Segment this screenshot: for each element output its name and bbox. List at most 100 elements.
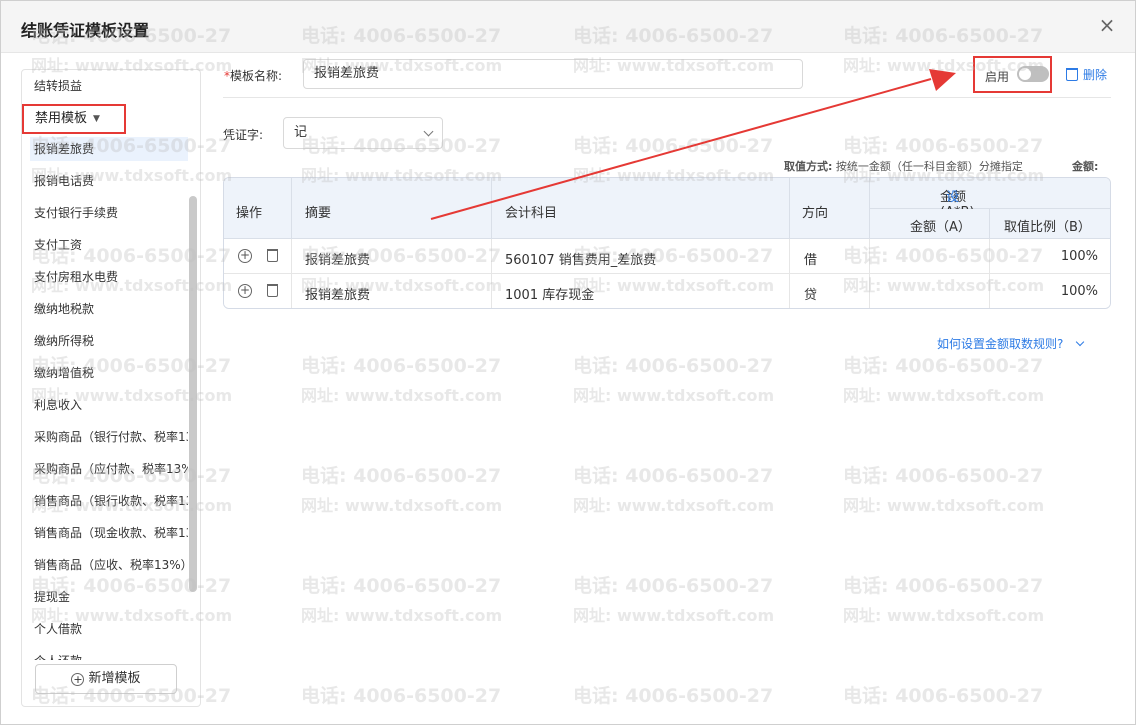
template-list-scrollbar[interactable]: [189, 196, 197, 592]
template-item[interactable]: 采购商品（银行付款、税率13%）: [34, 425, 188, 449]
fetch-method-label: 取值方式:: [784, 160, 833, 173]
voucher-template-dialog: 结账凭证模板设置 × 结转损益 禁用模板 ▼ 报销差旅费 报销电话费 支付银行手续…: [0, 0, 1136, 725]
arrow-head-icon: [929, 69, 956, 91]
template-item[interactable]: 缴纳所得税: [34, 329, 188, 353]
amount-label: 金额:: [1072, 160, 1099, 173]
entries-table: 操作 摘要 会计科目 方向 金额(A*B)设置 金额（A） 取值比例（B） + …: [223, 177, 1111, 309]
watermark-phone: 电话: 4006-6500-27: [301, 685, 502, 707]
template-item[interactable]: 支付房租水电费: [34, 265, 188, 289]
cell-summary[interactable]: 报销差旅费: [292, 274, 492, 308]
voucher-word-value: 记: [294, 125, 308, 140]
col-header-amount-a: 金额（A）: [870, 209, 990, 239]
watermark-phone: 电话: 4006-6500-27: [843, 575, 1044, 597]
add-row-icon[interactable]: +: [238, 249, 252, 263]
cell-direction[interactable]: 贷: [790, 274, 870, 308]
cell-amount[interactable]: [870, 274, 990, 308]
enable-toggle-group: 启用: [973, 56, 1052, 93]
amount-rule-help-link[interactable]: 如何设置金额取数规则?: [937, 335, 1085, 352]
cell-direction[interactable]: 借: [790, 239, 870, 274]
cell-ratio[interactable]: 100%: [990, 239, 1110, 274]
caret-down-icon: ▼: [93, 114, 100, 124]
delete-row-icon[interactable]: [267, 284, 278, 297]
enable-toggle[interactable]: [1017, 66, 1049, 82]
watermark-phone: 电话: 4006-6500-27: [843, 465, 1044, 487]
template-item[interactable]: 个人借款: [34, 617, 188, 641]
col-header-amount-group: 金额(A*B)设置: [870, 178, 1110, 224]
add-template-button[interactable]: + 新增模板: [35, 664, 177, 694]
watermark-phone: 电话: 4006-6500-27: [573, 355, 774, 377]
template-item[interactable]: 销售商品（应收、税率13%）: [34, 553, 188, 577]
chevron-down-icon: [423, 126, 434, 137]
watermark-site: 网址: www.tdxsoft.com: [843, 386, 1045, 405]
watermark-phone: 电话: 4006-6500-27: [573, 685, 774, 707]
watermark-site: 网址: www.tdxsoft.com: [843, 496, 1045, 515]
cell-ratio[interactable]: 100%: [990, 274, 1110, 308]
add-template-label: 新增模板: [88, 671, 141, 686]
fetch-method: 取值方式: 按统一金额（任一科目金额）分摊指定: [784, 158, 1023, 174]
watermark-site: 网址: www.tdxsoft.com: [573, 606, 775, 625]
voucher-word-select[interactable]: 记: [283, 117, 443, 149]
delete-label: 删除: [1083, 68, 1108, 82]
chevron-down-icon: [1076, 337, 1085, 347]
toggle-knob: [1019, 68, 1031, 80]
help-link-label: 如何设置金额取数规则?: [937, 337, 1064, 351]
cell-amount[interactable]: [870, 239, 990, 274]
watermark-phone: 电话: 4006-6500-27: [573, 465, 774, 487]
template-list-panel: 结转损益 禁用模板 ▼ 报销差旅费 报销电话费 支付银行手续费 支付工资 支付房租…: [21, 69, 201, 707]
template-item[interactable]: 采购商品（应付款、税率13%）: [34, 457, 188, 481]
watermark-site: 网址: www.tdxsoft.com: [573, 496, 775, 515]
cell-account[interactable]: 560107 销售费用_差旅费: [492, 239, 790, 274]
trash-icon: [1066, 68, 1078, 81]
divider: [223, 97, 1111, 98]
watermark-phone: 电话: 4006-6500-27: [573, 135, 774, 157]
template-item[interactable]: 报销电话费: [34, 169, 188, 193]
template-name-label: *模板名称:: [224, 67, 282, 84]
watermark-phone: 电话: 4006-6500-27: [843, 355, 1044, 377]
template-item[interactable]: 个人还款: [34, 649, 188, 660]
template-item[interactable]: 缴纳增值税: [34, 361, 188, 385]
template-item[interactable]: 销售商品（银行收款、税率13%）: [34, 489, 188, 513]
watermark-phone: 电话: 4006-6500-27: [301, 575, 502, 597]
plus-circle-icon: +: [71, 673, 85, 686]
watermark-site: 网址: www.tdxsoft.com: [573, 386, 775, 405]
col-header-account: 会计科目: [492, 178, 790, 239]
col-header-summary: 摘要: [292, 178, 492, 239]
dialog-header: 结账凭证模板设置 ×: [1, 1, 1135, 53]
watermark-phone: 电话: 4006-6500-27: [301, 355, 502, 377]
template-item[interactable]: 支付工资: [34, 233, 188, 257]
fetch-method-value: 按统一金额（任一科目金额）分摊指定: [835, 160, 1023, 173]
template-item[interactable]: 结转损益: [34, 74, 188, 98]
watermark-site: 网址: www.tdxsoft.com: [843, 606, 1045, 625]
template-list: 结转损益 禁用模板 ▼ 报销差旅费 报销电话费 支付银行手续费 支付工资 支付房租…: [22, 70, 188, 660]
watermark-site: 网址: www.tdxsoft.com: [301, 606, 503, 625]
disabled-templates-group[interactable]: 禁用模板 ▼: [22, 104, 126, 134]
watermark-site: 网址: www.tdxsoft.com: [301, 496, 503, 515]
watermark-phone: 电话: 4006-6500-27: [843, 135, 1044, 157]
close-icon[interactable]: ×: [1095, 13, 1119, 37]
template-name-label-text: 模板名称:: [230, 69, 283, 83]
add-row-icon[interactable]: +: [238, 284, 252, 298]
template-item[interactable]: 销售商品（现金收款、税率13%）: [34, 521, 188, 545]
delete-row-icon[interactable]: [267, 249, 278, 262]
col-header-direction: 方向: [790, 178, 870, 239]
enable-label: 启用: [985, 70, 1010, 84]
dialog-title: 结账凭证模板设置: [21, 21, 150, 40]
table-row-ops: +: [224, 239, 292, 274]
col-header-op: 操作: [224, 178, 292, 239]
watermark-site: 网址: www.tdxsoft.com: [301, 386, 503, 405]
watermark-phone: 电话: 4006-6500-27: [301, 465, 502, 487]
voucher-word-label: 凭证字:: [223, 128, 264, 142]
col-header-ratio-b: 取值比例（B）: [990, 209, 1110, 239]
cell-account[interactable]: 1001 库存现金: [492, 274, 790, 308]
watermark-phone: 电话: 4006-6500-27: [573, 575, 774, 597]
template-name-input[interactable]: 报销差旅费: [303, 59, 803, 89]
delete-template-button[interactable]: 删除: [1066, 66, 1107, 83]
watermark-phone: 电话: 4006-6500-27: [843, 685, 1044, 707]
template-item[interactable]: 支付银行手续费: [34, 201, 188, 225]
group-label: 禁用模板: [35, 111, 88, 126]
template-item[interactable]: 利息收入: [34, 393, 188, 417]
template-item[interactable]: 提现金: [34, 585, 188, 609]
template-item[interactable]: 缴纳地税款: [34, 297, 188, 321]
template-item-selected[interactable]: 报销差旅费: [30, 137, 188, 161]
cell-summary[interactable]: 报销差旅费: [292, 239, 492, 274]
